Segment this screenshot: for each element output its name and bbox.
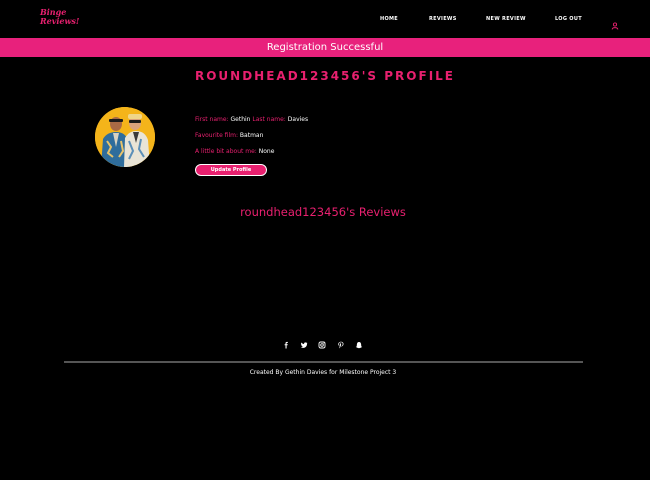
last-name-label: Last name: [252, 116, 286, 123]
nav-reviews-link[interactable]: REVIEWS [429, 16, 457, 22]
instagram-icon[interactable] [318, 341, 326, 349]
nav-home-link[interactable]: HOME [380, 16, 398, 22]
about-row: A little bit about me: None [195, 148, 274, 155]
last-name-value: Davies [287, 116, 309, 123]
twitter-icon[interactable] [300, 341, 308, 349]
update-profile-button[interactable]: Update Profile [195, 164, 267, 176]
user-icon[interactable] [611, 15, 619, 30]
nav-logout-link[interactable]: LOG OUT [555, 16, 582, 22]
navbar: Binge Reviews! HOME REVIEWS NEW REVIEW L… [0, 0, 650, 38]
flash-message: Registration Successful [0, 38, 650, 57]
about-label: A little bit about me: [195, 148, 257, 155]
snapchat-icon[interactable] [355, 341, 363, 349]
favourite-film-row: Favourite film: Batman [195, 132, 263, 139]
nav-new-review-link[interactable]: NEW REVIEW [486, 16, 526, 22]
first-name-value: Gethin [230, 116, 251, 123]
avatar [95, 107, 155, 167]
first-name-label: First name: [195, 116, 229, 123]
facebook-icon[interactable] [282, 341, 290, 349]
reviews-title: roundhead123456's Reviews [240, 205, 406, 219]
profile-title: ROUNDHEAD123456'S PROFILE [194, 69, 455, 83]
about-value: None [258, 148, 275, 155]
name-row: First name: Gethin Last name: Davies [195, 116, 308, 123]
nav-links: HOME REVIEWS NEW REVIEW LOG OUT [0, 16, 650, 26]
pinterest-icon[interactable] [337, 341, 345, 349]
favourite-film-label: Favourite film: [195, 132, 238, 139]
footer-credit: Created By Gethin Davies for Milestone P… [249, 369, 397, 376]
footer-divider [64, 361, 583, 363]
favourite-film-value: Batman [239, 132, 264, 139]
